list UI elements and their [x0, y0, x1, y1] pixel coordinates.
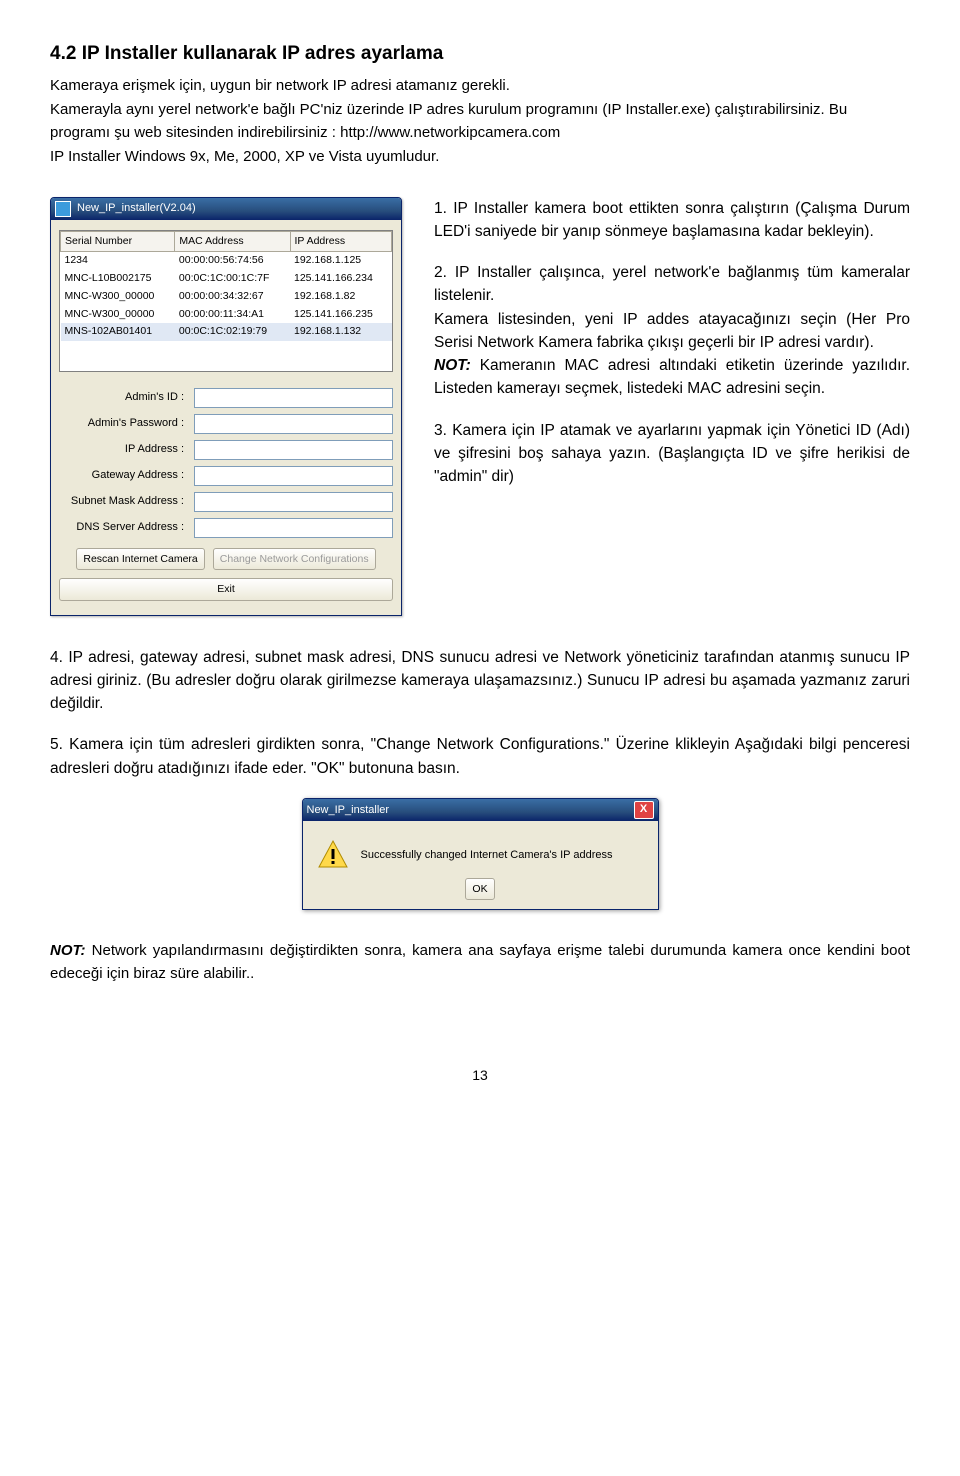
row-ip: IP Address : — [59, 440, 393, 460]
cell-mac: 00:00:00:56:74:56 — [175, 252, 290, 270]
input-admin-pw[interactable] — [194, 414, 393, 434]
row-subnet: Subnet Mask Address : — [59, 492, 393, 512]
change-config-button[interactable]: Change Network Configurations — [213, 548, 376, 571]
cell-mac: 00:00:00:11:34:A1 — [175, 306, 290, 324]
input-ip[interactable] — [194, 440, 393, 460]
col-mac[interactable]: MAC Address — [175, 231, 290, 252]
exit-button[interactable]: Exit — [59, 578, 393, 601]
step-2: 2. IP Installer çalışınca, yerel network… — [434, 261, 910, 401]
camera-table: Serial Number MAC Address IP Address 123… — [60, 231, 392, 342]
installer-titlebar: New_IP_installer(V2.04) — [51, 198, 401, 220]
cell-ip: 192.168.1.82 — [290, 288, 392, 306]
table-row[interactable]: MNC-L10B002175 00:0C:1C:00:1C:7F 125.141… — [61, 270, 392, 288]
row-gateway: Gateway Address : — [59, 466, 393, 486]
intro-line-1: Kameraya erişmek için, uygun bir network… — [50, 75, 910, 98]
intro: Kameraya erişmek için, uygun bir network… — [50, 75, 910, 169]
table-row[interactable]: MNS-102AB01401 00:0C:1C:02:19:79 192.168… — [61, 323, 392, 341]
footer-note: NOT: Network yapılandırmasını değiştirdi… — [50, 940, 910, 985]
input-dns[interactable] — [194, 518, 393, 538]
input-gateway[interactable] — [194, 466, 393, 486]
page-number: 13 — [50, 1065, 910, 1086]
rescan-button[interactable]: Rescan Internet Camera — [76, 548, 204, 571]
cell-mac: 00:0C:1C:00:1C:7F — [175, 270, 290, 288]
cell-ip: 192.168.1.132 — [290, 323, 392, 341]
table-row[interactable]: 1234 00:00:00:56:74:56 192.168.1.125 — [61, 252, 392, 270]
intro-line-2: Kamerayla aynı yerel network'e bağlı PC'… — [50, 99, 910, 144]
installer-title: New_IP_installer(V2.04) — [77, 200, 196, 217]
cell-mac: 00:0C:1C:02:19:79 — [175, 323, 290, 341]
cell-sn: MNC-W300_00000 — [61, 288, 175, 306]
row-admin-id: Admin's ID : — [59, 388, 393, 408]
close-icon[interactable]: X — [634, 801, 654, 819]
cell-sn: MNC-W300_00000 — [61, 306, 175, 324]
installer-app-icon — [55, 201, 71, 217]
col-ip[interactable]: IP Address — [290, 231, 392, 252]
input-subnet[interactable] — [194, 492, 393, 512]
cell-ip: 125.141.166.234 — [290, 270, 392, 288]
installer-window: New_IP_installer(V2.04) Serial Number MA… — [50, 197, 402, 616]
label-admin-id: Admin's ID : — [59, 389, 194, 406]
step-4: 4. IP adresi, gateway adresi, subnet mas… — [50, 646, 910, 716]
table-row[interactable]: MNC-W300_00000 00:00:00:11:34:A1 125.141… — [61, 306, 392, 324]
dialog-title: New_IP_installer — [307, 802, 390, 819]
cell-ip: 192.168.1.125 — [290, 252, 392, 270]
dialog-titlebar: New_IP_installer X — [303, 799, 658, 821]
dialog-message: Successfully changed Internet Camera's I… — [361, 847, 613, 864]
cell-sn: MNC-L10B002175 — [61, 270, 175, 288]
step-2c: Kameranın MAC adresi altındaki etiketin … — [434, 357, 910, 397]
section-title: 4.2 IP Installer kullanarak IP adres aya… — [50, 40, 910, 69]
step-5: 5. Kamera için tüm adresleri girdikten s… — [50, 733, 910, 780]
instructions-right: 1. IP Installer kamera boot ettikten son… — [434, 197, 910, 616]
note-1-label: NOT: — [434, 357, 471, 374]
intro-line-3: IP Installer Windows 9x, Me, 2000, XP ve… — [50, 146, 910, 169]
success-dialog: New_IP_installer X Successfully changed … — [302, 798, 659, 911]
cell-sn: 1234 — [61, 252, 175, 270]
step-1: 1. IP Installer kamera boot ettikten son… — [434, 197, 910, 244]
label-subnet: Subnet Mask Address : — [59, 493, 194, 510]
footer-text: Network yapılandırmasını değiştirdikten … — [50, 942, 910, 982]
ok-button[interactable]: OK — [465, 878, 494, 900]
label-ip: IP Address : — [59, 441, 194, 458]
instructions-bottom: 4. IP adresi, gateway adresi, subnet mas… — [50, 646, 910, 780]
section-heading: IP Installer kullanarak IP adres ayarlam… — [82, 43, 444, 64]
note-2-label: NOT: — [50, 942, 86, 959]
table-row[interactable]: MNC-W300_00000 00:00:00:34:32:67 192.168… — [61, 288, 392, 306]
step-3: 3. Kamera için IP atamak ve ayarlarını y… — [434, 419, 910, 489]
label-dns: DNS Server Address : — [59, 519, 194, 536]
col-serial[interactable]: Serial Number — [61, 231, 175, 252]
cell-ip: 125.141.166.235 — [290, 306, 392, 324]
step-2a: 2. IP Installer çalışınca, yerel network… — [434, 264, 910, 304]
label-admin-pw: Admin's Password : — [59, 415, 194, 432]
row-admin-pw: Admin's Password : — [59, 414, 393, 434]
label-gateway: Gateway Address : — [59, 467, 194, 484]
cell-mac: 00:00:00:34:32:67 — [175, 288, 290, 306]
warning-icon — [317, 839, 349, 871]
row-dns: DNS Server Address : — [59, 518, 393, 538]
input-admin-id[interactable] — [194, 388, 393, 408]
camera-table-wrap: Serial Number MAC Address IP Address 123… — [59, 230, 393, 372]
step-2b: Kamera listesinden, yeni IP addes atayac… — [434, 311, 910, 351]
section-number: 4.2 — [50, 43, 76, 64]
cell-sn: MNS-102AB01401 — [61, 323, 175, 341]
